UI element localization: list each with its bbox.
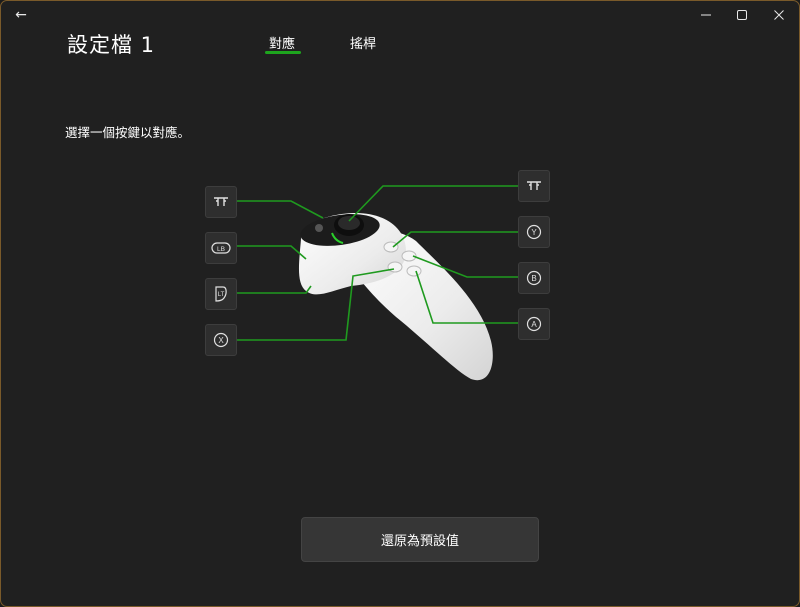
minimize-icon[interactable] [688, 1, 724, 29]
back-arrow-icon[interactable]: ← [10, 5, 32, 25]
lt-label: LT [218, 292, 225, 298]
reset-to-default-button[interactable]: 還原為預設值 [301, 517, 539, 562]
x-label: X [218, 336, 224, 345]
maximize-icon[interactable] [724, 1, 760, 29]
b-label: B [531, 274, 536, 283]
a-label: A [531, 320, 537, 329]
title-bar: ← [1, 1, 799, 29]
controller-body [298, 213, 493, 381]
y-label: Y [531, 228, 537, 237]
connector-lines [236, 185, 518, 341]
a-button-icon[interactable]: A [518, 308, 550, 340]
page-title: 設定檔 1 [67, 33, 156, 57]
selected-tab-indicator [265, 51, 301, 54]
b-button-icon[interactable]: B [518, 262, 550, 294]
lt-icon[interactable]: LT [205, 278, 237, 310]
y-button-icon[interactable]: Y [518, 216, 550, 248]
app-window: ← 設定檔 1 對應 搖桿 選擇一個按鍵以對應。 LB LT X Y B A 還… [0, 0, 800, 607]
tab-joystick[interactable]: 搖桿 [350, 33, 376, 52]
lb-icon[interactable]: LB [205, 232, 237, 264]
x-button-icon[interactable]: X [205, 324, 237, 356]
close-icon[interactable] [761, 1, 797, 29]
trigger-icon[interactable] [518, 170, 550, 202]
lb-label: LB [217, 246, 225, 253]
trigger-icon[interactable] [205, 186, 237, 218]
instruction-text: 選擇一個按鍵以對應。 [65, 125, 191, 140]
tab-mapping[interactable]: 對應 [269, 33, 295, 52]
